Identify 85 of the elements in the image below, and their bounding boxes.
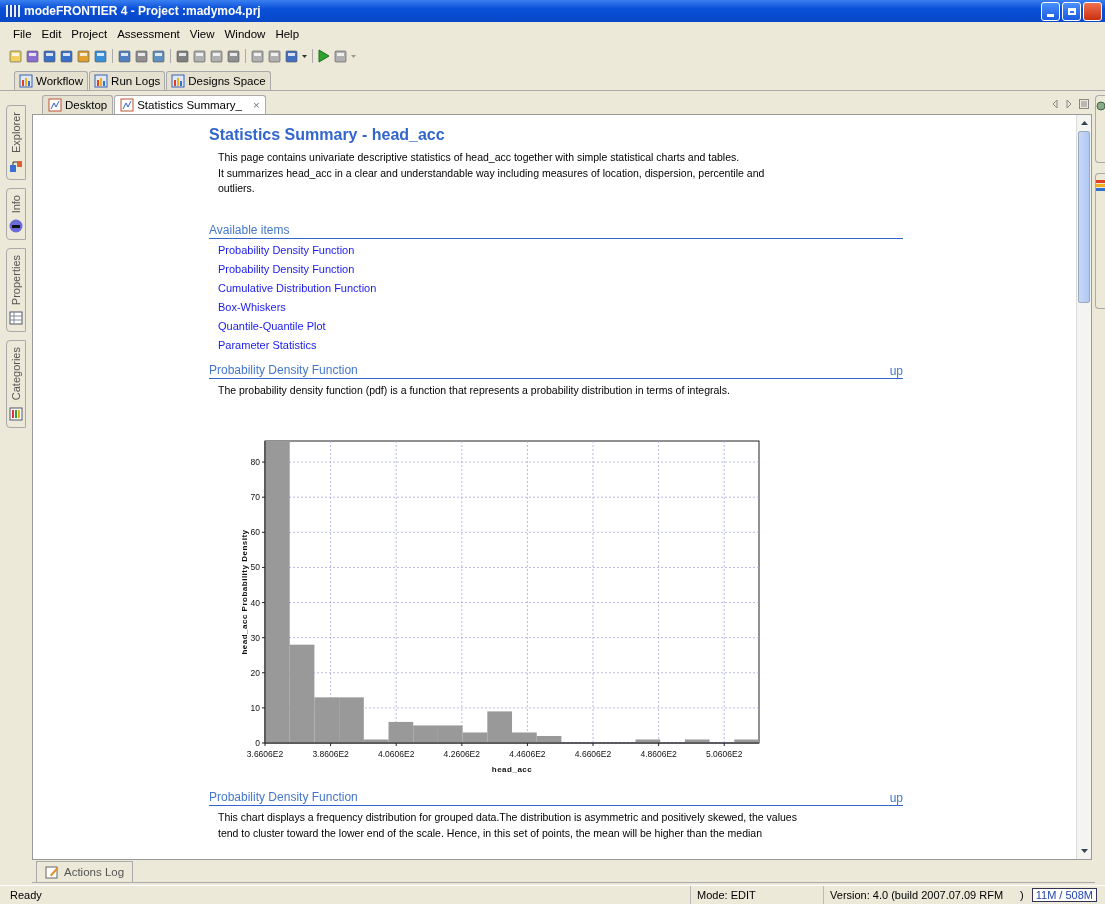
scroll-thumb[interactable] bbox=[1078, 131, 1090, 303]
menu-item[interactable]: Help bbox=[270, 26, 305, 42]
chart-icon bbox=[120, 98, 135, 112]
perspective-tab[interactable]: Designs Space bbox=[166, 71, 271, 90]
item-link[interactable]: Box-Whiskers bbox=[218, 299, 286, 314]
chart-icon bbox=[48, 98, 62, 112]
window-icon bbox=[94, 74, 109, 88]
histogram-bar bbox=[734, 739, 759, 743]
y-tick-label: 50 bbox=[250, 562, 260, 573]
item-link[interactable]: Parameter Statistics bbox=[218, 337, 317, 352]
close-tab-button[interactable]: × bbox=[253, 99, 260, 111]
x-tick-label: 3.6606E2 bbox=[246, 749, 284, 759]
menu-item[interactable]: Assessment bbox=[112, 26, 185, 42]
x-tick-label: 4.6606E2 bbox=[574, 749, 612, 759]
side-tab[interactable]: Explorer bbox=[6, 105, 26, 180]
menu-item[interactable]: Project bbox=[66, 26, 113, 42]
y-tick-label: 40 bbox=[250, 597, 260, 608]
play-icon[interactable] bbox=[317, 49, 331, 63]
window-title: modeFRONTIER 4 - Project :madymo4.prj bbox=[24, 4, 262, 18]
window-icon bbox=[171, 74, 186, 88]
pencil-icon bbox=[45, 865, 59, 879]
y-axis-label: head_acc Probability Density bbox=[240, 529, 249, 655]
side-tab[interactable]: Properties bbox=[6, 248, 26, 333]
scroll-right-icon[interactable] bbox=[1065, 99, 1073, 109]
section-heading: Probability Density Function bbox=[209, 362, 358, 378]
x-axis-label: head_acc bbox=[491, 765, 533, 774]
version-text: Version: 4.0 (build 2007.07.09 RFM bbox=[829, 888, 1005, 903]
perspective-tab[interactable]: Run Logs bbox=[89, 71, 166, 90]
y-tick-label: 10 bbox=[250, 702, 260, 713]
color-grid-icon bbox=[9, 406, 23, 421]
status-text: ) bbox=[1019, 889, 1025, 901]
side-tab[interactable]: Info bbox=[6, 187, 26, 241]
up-link[interactable]: up bbox=[889, 791, 903, 805]
menu-item[interactable]: View bbox=[184, 26, 220, 42]
menu-item[interactable]: Window bbox=[219, 26, 271, 42]
histogram-bar bbox=[684, 739, 710, 743]
status-message: Ready bbox=[0, 886, 692, 904]
close-button[interactable] bbox=[1083, 1, 1102, 21]
x-tick-label: 4.4606E2 bbox=[509, 749, 546, 759]
minimize-button[interactable] bbox=[1041, 1, 1060, 21]
up-link[interactable]: up bbox=[889, 363, 903, 378]
x-tick-label: 5.0606E2 bbox=[706, 749, 743, 759]
intro-paragraph: This page contains univariate descriptive statistics of head_acc together with simple statistical charts and tables. It summarizes head_acc in a clear and understandable way including measures of location, dispersion, percentile and outliers. bbox=[218, 150, 766, 196]
app-logo-icon bbox=[6, 5, 20, 17]
item-link[interactable]: Cumulative Distribution Function bbox=[218, 280, 377, 295]
restore-button[interactable] bbox=[1062, 1, 1081, 21]
x-tick-label: 4.8606E2 bbox=[640, 749, 677, 759]
section-heading: Available items bbox=[209, 222, 290, 238]
y-tick-label: 20 bbox=[250, 667, 260, 678]
side-tab[interactable] bbox=[1095, 95, 1105, 163]
mode-indicator: Mode: EDIT bbox=[691, 886, 825, 904]
histogram-bar bbox=[635, 739, 661, 743]
item-link[interactable]: Probability Density Function bbox=[218, 261, 355, 276]
menu-item[interactable]: Edit bbox=[36, 26, 67, 42]
actions-log-tab[interactable]: Actions Log bbox=[36, 861, 134, 882]
window-icon bbox=[19, 74, 33, 88]
side-tab[interactable]: Categories bbox=[6, 340, 26, 428]
item-link[interactable]: Quantile-Quantile Plot bbox=[218, 318, 326, 333]
key-icon bbox=[9, 219, 23, 234]
y-tick-label: 70 bbox=[250, 492, 260, 503]
y-tick-label: 30 bbox=[250, 632, 260, 643]
y-tick-label: 60 bbox=[250, 527, 260, 538]
perspective-tab[interactable]: Workflow bbox=[14, 71, 89, 90]
section-paragraph: The probability density function (pdf) is a function that represents a probability distribution in terms of integrals. bbox=[218, 382, 731, 398]
editor-tab[interactable]: Statistics Summary_ × bbox=[114, 95, 266, 114]
scroll-left-icon[interactable] bbox=[1051, 99, 1059, 109]
page-title: Statistics Summary - head_acc bbox=[209, 126, 446, 145]
menu-item[interactable]: File bbox=[8, 26, 37, 42]
list-icon[interactable] bbox=[1079, 99, 1089, 109]
table-icon bbox=[9, 311, 23, 326]
tree-icon bbox=[9, 158, 23, 173]
bar-chart-icon bbox=[1096, 178, 1105, 192]
memory-indicator[interactable]: 11M / 508M bbox=[1031, 888, 1097, 902]
y-tick-label: 0 bbox=[255, 738, 260, 748]
editor-tab[interactable]: Desktop bbox=[42, 95, 114, 114]
x-tick-label: 4.0606E2 bbox=[378, 749, 415, 759]
item-link[interactable]: Probability Density Function bbox=[218, 242, 355, 257]
histogram-bar bbox=[413, 725, 438, 743]
section-paragraph: This chart displays a frequency distribution for grouped data.The distribution is asymmetric and positively skewed, the values tend to cluster toward the lower end of the scale. Hence, in this set of points, the mean will be higher than the median bbox=[218, 810, 798, 841]
x-tick-label: 4.2606E2 bbox=[443, 749, 480, 759]
scrollbar[interactable] bbox=[1076, 115, 1091, 859]
side-tab[interactable] bbox=[1095, 173, 1105, 309]
y-tick-label: 80 bbox=[250, 457, 260, 468]
section-heading: Probability Density Function bbox=[209, 790, 358, 805]
x-tick-label: 3.8606E2 bbox=[312, 749, 349, 759]
